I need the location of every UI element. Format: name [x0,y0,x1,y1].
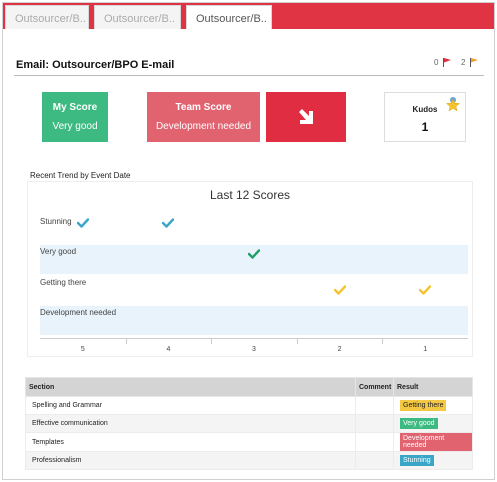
section-cell: Spelling and Grammar [25,396,356,415]
y-label-stunning: Stunning [40,217,72,226]
section-cell: Professionalism [25,451,356,470]
section-cell: Templates [25,432,356,452]
chart-title: Last 12 Scores [209,188,291,202]
my-score-card[interactable]: My Score Very good [42,92,108,142]
page-frame: Outsourcer/B.. Outsourcer/B.. Outsourcer… [2,2,495,480]
x-tick-mark [296,339,298,344]
col-header-comment: Comment [355,377,394,397]
x-tick-label: 1 [423,346,428,353]
comment-cell [355,432,394,452]
table-row: Spelling and Grammar Getting there [25,396,473,415]
score-point-check-icon[interactable] [333,285,346,295]
x-tick-label: 3 [252,346,256,353]
x-tick-label: 2 [337,346,342,353]
my-score-value: Very good [52,121,98,132]
status-badge: Very good [400,418,438,429]
tab-outsourcer-2[interactable]: Outsourcer/B.. [94,5,181,29]
result-cell: Development needed [393,432,473,452]
tab-bar: Outsourcer/B.. Outsourcer/B.. Outsourcer… [3,3,494,29]
status-badge: Getting there [400,400,447,411]
y-label-getting-there: Getting there [40,278,87,287]
trend-button[interactable] [266,92,346,142]
tab-outsourcer-3[interactable]: Outsourcer/B.. [186,5,272,29]
header-divider [14,75,484,76]
status-badge: Development needed [400,433,472,451]
score-point-check-icon[interactable] [248,249,260,259]
orange-flag-icon[interactable] [469,57,479,67]
section-cell: Effective communication [25,414,356,433]
recent-trend-label: Recent Trend by Event Date [30,171,131,180]
team-score-card[interactable]: Team Score Development needed [147,92,260,142]
comment-cell [355,396,394,415]
score-point-check-icon[interactable] [419,285,432,295]
kudos-value: 1 [421,120,429,134]
results-table: Section Comment Result Spelling and Gram… [25,377,473,470]
table-row: Templates Development needed [25,432,473,452]
table-row: Professionalism Stunning [25,451,473,470]
red-flag-count: 0 [434,58,439,67]
status-badge: Stunning [400,455,434,466]
orange-flag-count: 2 [461,58,466,67]
x-tick-mark [211,339,213,344]
tab-outsourcer-1[interactable]: Outsourcer/B.. [5,5,89,29]
table-row: Effective communication Very good [25,414,473,433]
star-medal-icon [445,97,461,112]
team-score-value: Development needed [155,121,252,132]
comment-cell [355,414,394,433]
x-tick-label: 4 [166,346,171,353]
comment-cell [355,451,394,470]
x-tick-mark [125,339,127,344]
page-title: Email: Outsourcer/BPO E-mail [16,59,175,71]
result-cell: Getting there [393,396,473,415]
col-header-result: Result [393,377,473,397]
team-score-title: Team Score [175,102,232,113]
scores-chart: Last 12 Scores Stunning Very good Gettin… [27,181,473,357]
x-tick-label: 5 [80,346,85,353]
col-header-section: Section [25,377,356,397]
score-point-check-icon[interactable] [162,218,175,228]
score-point-check-icon[interactable] [76,218,89,228]
result-cell: Stunning [393,451,473,470]
y-label-very-good: Very good [40,247,77,256]
arrow-down-right-icon [299,109,313,124]
x-tick-mark [382,339,384,344]
y-label-development-needed: Development needed [40,308,117,317]
red-flag-icon[interactable] [442,57,452,67]
result-cell: Very good [393,414,473,433]
x-axis [40,338,468,339]
my-score-title: My Score [52,102,98,113]
